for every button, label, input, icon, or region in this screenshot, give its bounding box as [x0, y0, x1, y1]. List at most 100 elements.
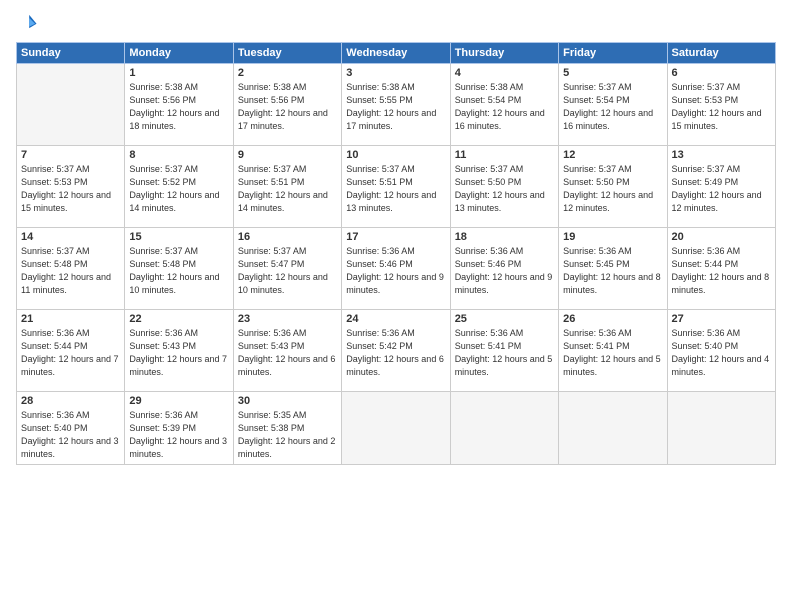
logo-icon	[16, 12, 38, 34]
calendar-cell: 22 Sunrise: 5:36 AMSunset: 5:43 PMDayligh…	[125, 310, 233, 392]
day-info: Sunrise: 5:37 AMSunset: 5:48 PMDaylight:…	[129, 245, 228, 297]
day-number: 21	[21, 313, 120, 325]
day-number: 10	[346, 149, 445, 161]
calendar-cell	[667, 392, 775, 465]
calendar-table: SundayMondayTuesdayWednesdayThursdayFrid…	[16, 42, 776, 465]
day-number: 12	[563, 149, 662, 161]
calendar-cell: 9 Sunrise: 5:37 AMSunset: 5:51 PMDaylight…	[233, 146, 341, 228]
day-info: Sunrise: 5:37 AMSunset: 5:53 PMDaylight:…	[672, 81, 771, 133]
calendar-week-row: 14 Sunrise: 5:37 AMSunset: 5:48 PMDayligh…	[17, 228, 776, 310]
day-info: Sunrise: 5:36 AMSunset: 5:44 PMDaylight:…	[21, 327, 120, 379]
day-number: 19	[563, 231, 662, 243]
calendar-cell	[559, 392, 667, 465]
calendar-cell: 12 Sunrise: 5:37 AMSunset: 5:50 PMDayligh…	[559, 146, 667, 228]
day-info: Sunrise: 5:37 AMSunset: 5:48 PMDaylight:…	[21, 245, 120, 297]
calendar-cell: 11Sunrise: 5:37 AMSunset: 5:50 PMDayligh…	[450, 146, 558, 228]
day-info: Sunrise: 5:37 AMSunset: 5:54 PMDaylight:…	[563, 81, 662, 133]
day-number: 2	[238, 67, 337, 79]
day-number: 24	[346, 313, 445, 325]
calendar-cell: 1Sunrise: 5:38 AMSunset: 5:56 PMDaylight…	[125, 64, 233, 146]
day-number: 9	[238, 149, 337, 161]
day-info: Sunrise: 5:36 AMSunset: 5:41 PMDaylight:…	[455, 327, 554, 379]
calendar-header-row: SundayMondayTuesdayWednesdayThursdayFrid…	[17, 43, 776, 64]
calendar-cell: 5 Sunrise: 5:37 AMSunset: 5:54 PMDaylight…	[559, 64, 667, 146]
calendar-cell: 28 Sunrise: 5:36 AMSunset: 5:40 PMDayligh…	[17, 392, 125, 465]
day-info: Sunrise: 5:36 AMSunset: 5:39 PMDaylight:…	[129, 409, 228, 461]
calendar-cell: 17 Sunrise: 5:36 AMSunset: 5:46 PMDayligh…	[342, 228, 450, 310]
day-number: 5	[563, 67, 662, 79]
day-info: Sunrise: 5:38 AMSunset: 5:55 PMDaylight:…	[346, 81, 445, 133]
calendar-cell: 20 Sunrise: 5:36 AMSunset: 5:44 PMDayligh…	[667, 228, 775, 310]
day-info: Sunrise: 5:36 AMSunset: 5:42 PMDaylight:…	[346, 327, 445, 379]
calendar-week-row: 21 Sunrise: 5:36 AMSunset: 5:44 PMDayligh…	[17, 310, 776, 392]
day-info: Sunrise: 5:37 AMSunset: 5:53 PMDaylight:…	[21, 163, 120, 215]
day-number: 23	[238, 313, 337, 325]
day-info: Sunrise: 5:38 AMSunset: 5:54 PMDaylight:…	[455, 81, 554, 133]
day-info: Sunrise: 5:36 AMSunset: 5:43 PMDaylight:…	[238, 327, 337, 379]
day-number: 30	[238, 395, 337, 407]
day-info: Sunrise: 5:35 AMSunset: 5:38 PMDaylight:…	[238, 409, 337, 461]
calendar-cell: 29 Sunrise: 5:36 AMSunset: 5:39 PMDayligh…	[125, 392, 233, 465]
day-info: Sunrise: 5:37 AMSunset: 5:51 PMDaylight:…	[238, 163, 337, 215]
page: SundayMondayTuesdayWednesdayThursdayFrid…	[0, 0, 792, 612]
col-header-wednesday: Wednesday	[342, 43, 450, 64]
day-info: Sunrise: 5:36 AMSunset: 5:45 PMDaylight:…	[563, 245, 662, 297]
day-info: Sunrise: 5:36 AMSunset: 5:43 PMDaylight:…	[129, 327, 228, 379]
col-header-monday: Monday	[125, 43, 233, 64]
col-header-tuesday: Tuesday	[233, 43, 341, 64]
col-header-sunday: Sunday	[17, 43, 125, 64]
day-number: 7	[21, 149, 120, 161]
day-number: 22	[129, 313, 228, 325]
calendar-cell: 21 Sunrise: 5:36 AMSunset: 5:44 PMDayligh…	[17, 310, 125, 392]
day-number: 11	[455, 149, 554, 161]
calendar-cell: 15 Sunrise: 5:37 AMSunset: 5:48 PMDayligh…	[125, 228, 233, 310]
calendar-cell: 7 Sunrise: 5:37 AMSunset: 5:53 PMDaylight…	[17, 146, 125, 228]
day-number: 20	[672, 231, 771, 243]
day-number: 1	[129, 67, 228, 79]
calendar-week-row: 1 Sunrise: 5:38 AMSunset: 5:56 PMDaylight…	[17, 64, 776, 146]
day-info: Sunrise: 5:37 AMSunset: 5:51 PMDaylight:…	[346, 163, 445, 215]
calendar-cell: 16Sunrise: 5:37 AMSunset: 5:47 PMDayligh…	[233, 228, 341, 310]
calendar-cell: 3 Sunrise: 5:38 AMSunset: 5:55 PMDaylight…	[342, 64, 450, 146]
day-number: 15	[129, 231, 228, 243]
day-number: 3	[346, 67, 445, 79]
col-header-thursday: Thursday	[450, 43, 558, 64]
calendar-cell: 30 Sunrise: 5:35 AMSunset: 5:38 PMDayligh…	[233, 392, 341, 465]
day-number: 27	[672, 313, 771, 325]
calendar-cell: 8 Sunrise: 5:37 AMSunset: 5:52 PMDaylight…	[125, 146, 233, 228]
day-number: 25	[455, 313, 554, 325]
logo	[16, 12, 42, 34]
calendar-cell: 10 Sunrise: 5:37 AMSunset: 5:51 PMDayligh…	[342, 146, 450, 228]
day-info: Sunrise: 5:36 AMSunset: 5:40 PMDaylight:…	[21, 409, 120, 461]
calendar-week-row: 28 Sunrise: 5:36 AMSunset: 5:40 PMDayligh…	[17, 392, 776, 465]
day-number: 28	[21, 395, 120, 407]
day-number: 4	[455, 67, 554, 79]
col-header-saturday: Saturday	[667, 43, 775, 64]
day-number: 13	[672, 149, 771, 161]
calendar-week-row: 7 Sunrise: 5:37 AMSunset: 5:53 PMDaylight…	[17, 146, 776, 228]
day-info: Sunrise: 5:36 AMSunset: 5:46 PMDaylight:…	[346, 245, 445, 297]
calendar-cell	[450, 392, 558, 465]
calendar-cell: 27 Sunrise: 5:36 AMSunset: 5:40 PMDayligh…	[667, 310, 775, 392]
day-number: 17	[346, 231, 445, 243]
day-info: Sunrise: 5:37 AMSunset: 5:52 PMDaylight:…	[129, 163, 228, 215]
day-info: Sunrise: 5:38 AMSunset: 5:56 PMDaylight:…	[238, 81, 337, 133]
day-info: Sunrise: 5:36 AMSunset: 5:40 PMDaylight:…	[672, 327, 771, 379]
day-number: 26	[563, 313, 662, 325]
day-number: 14	[21, 231, 120, 243]
day-info: Sunrise: 5:37 AMSunset: 5:47 PMDaylight:…	[238, 245, 337, 297]
calendar-cell: 23 Sunrise: 5:36 AMSunset: 5:43 PMDayligh…	[233, 310, 341, 392]
calendar-cell: 26 Sunrise: 5:36 AMSunset: 5:41 PMDayligh…	[559, 310, 667, 392]
day-info: Sunrise: 5:36 AMSunset: 5:46 PMDaylight:…	[455, 245, 554, 297]
calendar-cell: 24 Sunrise: 5:36 AMSunset: 5:42 PMDayligh…	[342, 310, 450, 392]
calendar-cell: 18 Sunrise: 5:36 AMSunset: 5:46 PMDayligh…	[450, 228, 558, 310]
day-number: 18	[455, 231, 554, 243]
day-number: 8	[129, 149, 228, 161]
day-number: 29	[129, 395, 228, 407]
calendar-cell: 13Sunrise: 5:37 AMSunset: 5:49 PMDayligh…	[667, 146, 775, 228]
day-info: Sunrise: 5:36 AMSunset: 5:41 PMDaylight:…	[563, 327, 662, 379]
day-number: 6	[672, 67, 771, 79]
day-info: Sunrise: 5:37 AMSunset: 5:50 PMDaylight:…	[563, 163, 662, 215]
calendar-cell	[17, 64, 125, 146]
day-info: Sunrise: 5:36 AMSunset: 5:44 PMDaylight:…	[672, 245, 771, 297]
